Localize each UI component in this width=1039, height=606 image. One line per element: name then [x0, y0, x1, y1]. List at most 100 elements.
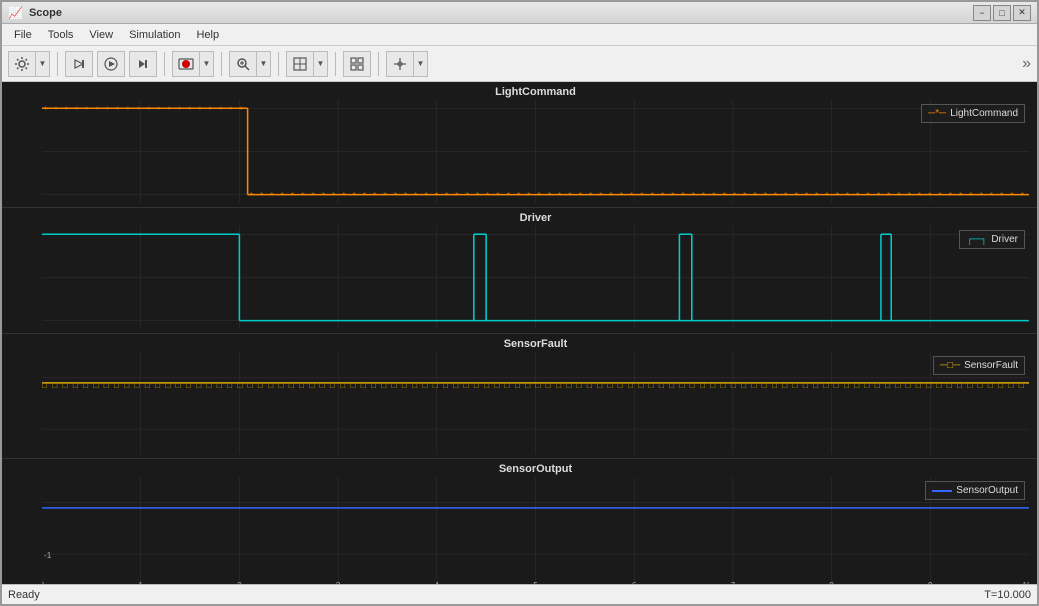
svg-text:*: *	[281, 192, 285, 201]
svg-text:□: □	[793, 381, 798, 390]
scale-group: ▼	[286, 51, 328, 77]
svg-text:□: □	[597, 381, 602, 390]
svg-text:*: *	[116, 105, 120, 114]
record-icon	[178, 56, 194, 72]
record-button[interactable]	[172, 51, 200, 77]
svg-text:□: □	[248, 381, 253, 390]
svg-text:□: □	[998, 381, 1003, 390]
settings-dropdown[interactable]: ▼	[36, 51, 50, 77]
svg-text:*: *	[918, 192, 922, 201]
svg-text:□: □	[659, 381, 664, 390]
svg-text:□: □	[515, 381, 520, 390]
stop-button[interactable]	[65, 51, 93, 77]
svg-text:□: □	[895, 381, 900, 390]
svg-text:□: □	[392, 381, 397, 390]
svg-text:□: □	[155, 381, 160, 390]
sep2	[164, 52, 165, 76]
svg-text:5: 5	[533, 581, 538, 584]
svg-text:□: □	[165, 381, 170, 390]
svg-text:*: *	[435, 192, 439, 201]
arrow-indicator: »	[1022, 55, 1031, 73]
svg-text:*: *	[301, 192, 305, 201]
svg-text:*: *	[630, 192, 634, 201]
run-icon	[103, 56, 119, 72]
svg-text:□: □	[63, 381, 68, 390]
run-button[interactable]	[97, 51, 125, 77]
plot-lightcommand-canvas: 1 0.5 0	[42, 100, 1029, 203]
svg-text:*: *	[1010, 192, 1014, 201]
svg-text:*: *	[908, 192, 912, 201]
svg-text:□: □	[577, 381, 582, 390]
svg-text:□: □	[505, 381, 510, 390]
svg-text:□: □	[772, 381, 777, 390]
properties-icon	[349, 56, 365, 72]
zoom-button[interactable]	[229, 51, 257, 77]
svg-text:*: *	[599, 192, 603, 201]
svg-text:□: □	[669, 381, 674, 390]
svg-text:□: □	[782, 381, 787, 390]
svg-text:*: *	[332, 192, 336, 201]
scale-dropdown[interactable]: ▼	[314, 51, 328, 77]
svg-text:3: 3	[336, 581, 341, 584]
properties-button[interactable]	[343, 51, 371, 77]
maximize-button[interactable]: □	[993, 5, 1011, 21]
title-bar-controls: − □ ✕	[973, 5, 1031, 21]
step-button[interactable]	[129, 51, 157, 77]
cursor-icon	[392, 56, 408, 72]
record-dropdown[interactable]: ▼	[200, 51, 214, 77]
menu-simulation[interactable]: Simulation	[121, 27, 188, 43]
plots-area: LightCommand 1 0.5 0	[2, 82, 1037, 584]
svg-text:□: □	[1008, 381, 1013, 390]
svg-text:*: *	[250, 192, 254, 201]
cursor-dropdown[interactable]: ▼	[414, 51, 428, 77]
menu-help[interactable]: Help	[188, 27, 227, 43]
plot-driver-svg	[42, 226, 1029, 329]
plot-driver-title: Driver	[42, 212, 1029, 224]
svg-text:*: *	[95, 105, 99, 114]
svg-text:□: □	[926, 381, 931, 390]
settings-group: ▼	[8, 51, 50, 77]
minimize-button[interactable]: −	[973, 5, 991, 21]
cursor-button[interactable]	[386, 51, 414, 77]
svg-text:-1: -1	[44, 552, 52, 561]
svg-text:□: □	[114, 381, 119, 390]
title-bar: 📈 Scope − □ ✕	[2, 2, 1037, 24]
svg-text:□: □	[607, 381, 612, 390]
legend-marker-lc: ─*─	[928, 108, 946, 119]
svg-text:*: *	[558, 192, 562, 201]
svg-text:*: *	[620, 192, 624, 201]
sep4	[278, 52, 279, 76]
svg-text:□: □	[453, 381, 458, 390]
svg-text:*: *	[507, 192, 511, 201]
sep5	[335, 52, 336, 76]
close-button[interactable]: ✕	[1013, 5, 1031, 21]
svg-text:*: *	[928, 192, 932, 201]
svg-text:□: □	[967, 381, 972, 390]
svg-text:*: *	[753, 192, 757, 201]
svg-text:*: *	[661, 192, 665, 201]
svg-text:4: 4	[435, 581, 440, 584]
svg-text:*: *	[260, 192, 264, 201]
svg-text:□: □	[73, 381, 78, 390]
menu-tools[interactable]: Tools	[40, 27, 82, 43]
sep1	[57, 52, 58, 76]
status-bar: Ready T=10.000	[2, 584, 1037, 604]
svg-text:□: □	[278, 381, 283, 390]
menu-file[interactable]: File	[6, 27, 40, 43]
svg-text:*: *	[949, 192, 953, 201]
svg-text:*: *	[939, 192, 943, 201]
settings-button[interactable]	[8, 51, 36, 77]
svg-text:*: *	[270, 192, 274, 201]
plot-lightcommand-title: LightCommand	[42, 86, 1029, 98]
menu-view[interactable]: View	[81, 27, 121, 43]
svg-text:*: *	[990, 192, 994, 201]
svg-text:9: 9	[928, 581, 933, 584]
svg-text:*: *	[548, 192, 552, 201]
svg-text:□: □	[721, 381, 726, 390]
zoom-dropdown[interactable]: ▼	[257, 51, 271, 77]
svg-text:□: □	[464, 381, 469, 390]
scale-button[interactable]	[286, 51, 314, 77]
svg-text:□: □	[690, 381, 695, 390]
svg-text:□: □	[422, 381, 427, 390]
svg-text:□: □	[957, 381, 962, 390]
